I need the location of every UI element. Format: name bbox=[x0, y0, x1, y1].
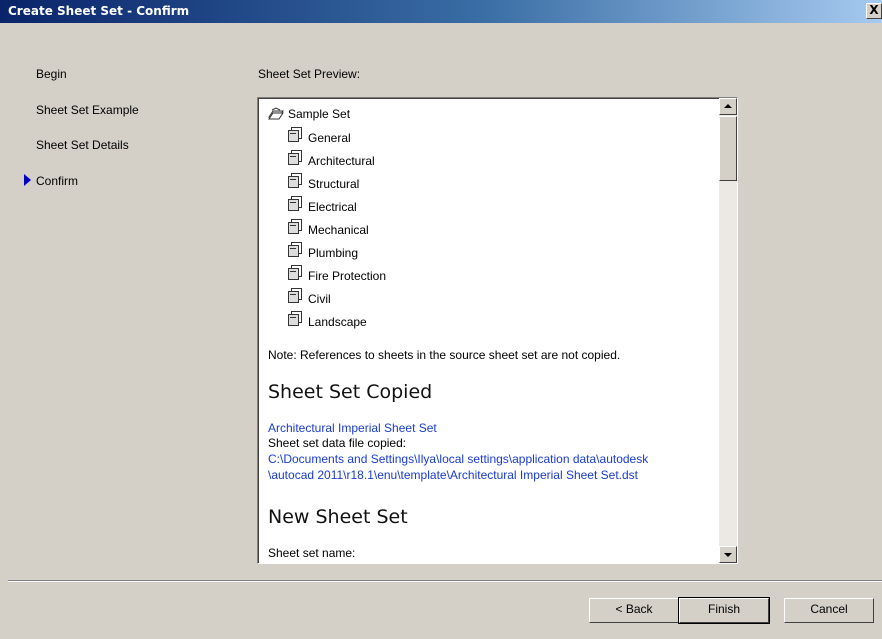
scroll-down-button[interactable] bbox=[719, 546, 737, 563]
tree-item-label: General bbox=[308, 131, 351, 145]
tree-item: Plumbing bbox=[288, 242, 359, 263]
tree-item: Landscape bbox=[288, 311, 367, 332]
sheet-set-icon bbox=[268, 107, 284, 121]
subset-icon bbox=[288, 288, 302, 304]
tree-item-label: Architectural bbox=[308, 154, 375, 168]
tree-item: Mechanical bbox=[288, 219, 369, 240]
tree-item: Fire Protection bbox=[288, 265, 387, 286]
title-bar: Create Sheet Set - Confirm X bbox=[0, 0, 882, 23]
preview-content: Sample Set General Architectural Structu… bbox=[258, 98, 716, 563]
subset-icon bbox=[288, 150, 302, 166]
data-file-path-line-2: \autocad 2011\r18.1\enu\template\Archite… bbox=[268, 468, 638, 482]
subset-icon bbox=[288, 242, 302, 258]
nav-item-begin: Begin bbox=[36, 67, 67, 81]
data-file-label: Sheet set data file copied: bbox=[268, 436, 407, 450]
close-button[interactable]: X bbox=[866, 3, 882, 19]
arrow-down-icon bbox=[724, 553, 732, 557]
cancel-button[interactable]: Cancel bbox=[784, 598, 874, 623]
tree-item-label: Mechanical bbox=[308, 223, 369, 237]
tree-item: Structural bbox=[288, 173, 360, 194]
subset-icon bbox=[288, 265, 302, 281]
scroll-thumb[interactable] bbox=[719, 116, 737, 181]
current-step-arrow-icon bbox=[24, 174, 31, 186]
nav-item-sheet-set-example: Sheet Set Example bbox=[36, 103, 139, 117]
subset-icon bbox=[288, 173, 302, 189]
tree-item-label: Fire Protection bbox=[308, 269, 387, 283]
back-button[interactable]: < Back bbox=[589, 598, 679, 623]
tree-item: General bbox=[288, 127, 351, 148]
preview-label: Sheet Set Preview: bbox=[258, 67, 361, 81]
finish-button[interactable]: Finish bbox=[678, 597, 770, 624]
note-text: Note: References to sheets in the source… bbox=[268, 348, 621, 362]
subset-icon bbox=[288, 219, 302, 235]
new-sheet-set-heading: New Sheet Set bbox=[268, 506, 408, 528]
subset-icon bbox=[288, 127, 302, 143]
tree-item-label: Civil bbox=[308, 292, 331, 306]
sheet-set-name-label: Sheet set name: bbox=[268, 546, 356, 560]
tree-root-label: Sample Set bbox=[288, 107, 351, 121]
tree-item-label: Electrical bbox=[308, 200, 357, 214]
arrow-up-icon bbox=[724, 104, 732, 108]
tree-item-label: Landscape bbox=[308, 315, 367, 329]
copied-heading: Sheet Set Copied bbox=[268, 381, 433, 403]
window-title: Create Sheet Set - Confirm bbox=[8, 4, 190, 18]
tree-item-label: Plumbing bbox=[308, 246, 359, 260]
copied-sheet-set-name: Architectural Imperial Sheet Set bbox=[268, 421, 437, 435]
subset-icon bbox=[288, 196, 302, 212]
preview-pane[interactable]: Sample Set General Architectural Structu… bbox=[257, 97, 738, 564]
nav-item-confirm: Confirm bbox=[36, 174, 79, 188]
scroll-up-button[interactable] bbox=[719, 98, 737, 115]
nav-item-sheet-set-details: Sheet Set Details bbox=[36, 138, 129, 152]
separator bbox=[8, 580, 882, 582]
tree-item: Electrical bbox=[288, 196, 357, 217]
subset-icon bbox=[288, 311, 302, 327]
data-file-path-line-1: C:\Documents and Settings\Ilya\local set… bbox=[268, 452, 649, 466]
tree-root: Sample Set bbox=[268, 106, 350, 122]
vertical-scrollbar[interactable] bbox=[719, 98, 737, 563]
tree-item: Architectural bbox=[288, 150, 375, 171]
tree-item: Civil bbox=[288, 288, 331, 309]
tree-item-label: Structural bbox=[308, 177, 360, 191]
